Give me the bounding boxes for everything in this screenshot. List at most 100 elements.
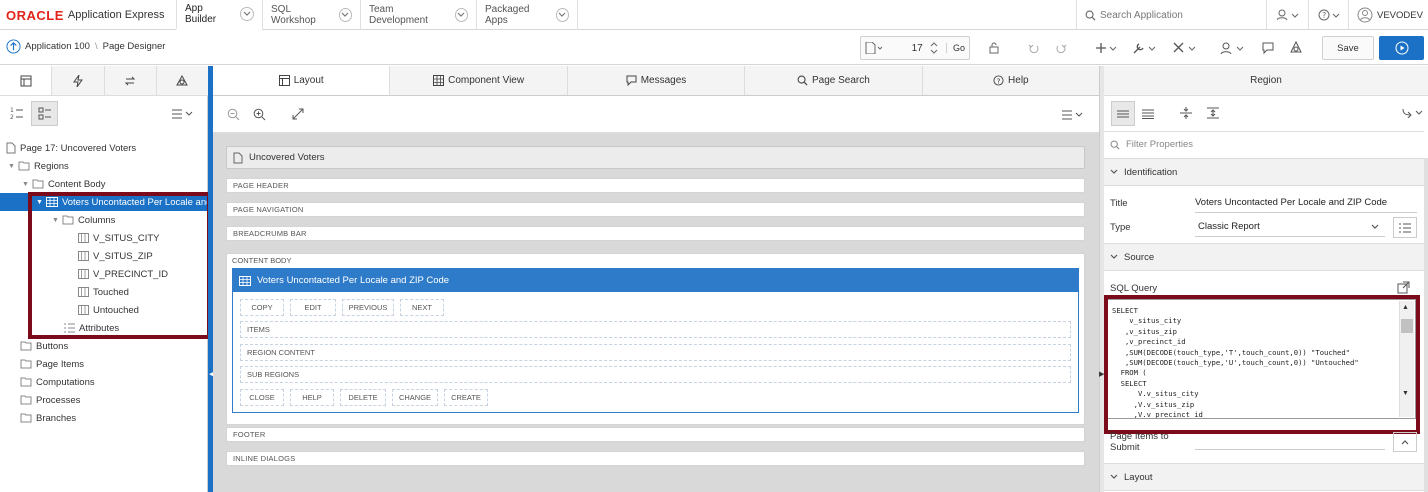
filter-properties-input[interactable]: Filter Properties <box>1104 131 1424 157</box>
layout-menu-icon[interactable] <box>1062 110 1086 120</box>
slot-help[interactable]: HELP <box>290 389 334 406</box>
region-header[interactable]: Voters Uncontacted Per Locale and ZIP Co… <box>233 269 1078 292</box>
slot-sub-regions[interactable]: SUB REGIONS <box>240 366 1071 383</box>
page-stepper-icon[interactable] <box>929 40 939 56</box>
tree-node-processes[interactable]: Processes <box>20 391 80 409</box>
search-application-input[interactable]: Search Application <box>1076 0 1266 30</box>
tab-rendering[interactable] <box>0 66 53 95</box>
tree-node-buttons[interactable]: Buttons <box>20 337 68 355</box>
type-value: Classic Report <box>1198 221 1260 232</box>
tab-messages[interactable]: Messages <box>568 66 746 95</box>
collapse-all-icon[interactable] <box>1180 107 1192 119</box>
position-footer[interactable]: FOOTER <box>226 427 1085 442</box>
save-button[interactable]: Save <box>1322 36 1374 60</box>
tree-node-page[interactable]: Page 17: Uncovered Voters <box>6 139 136 157</box>
nav-packaged-apps[interactable]: Packaged Apps <box>476 0 578 30</box>
position-page-header[interactable]: PAGE HEADER <box>226 178 1085 193</box>
user-menu-button[interactable]: VEVODEV <box>1348 0 1428 30</box>
run-page-button[interactable] <box>1379 36 1424 60</box>
redo-icon[interactable] <box>1055 42 1067 54</box>
slot-create[interactable]: CREATE <box>444 389 488 406</box>
chevron-down-icon[interactable] <box>240 7 254 21</box>
chevron-down-icon[interactable] <box>338 8 352 22</box>
tab-dynamic-actions[interactable] <box>52 66 105 95</box>
expand-icon[interactable] <box>292 108 304 120</box>
slot-change[interactable]: CHANGE <box>392 389 438 406</box>
go-button[interactable]: Go <box>945 43 965 53</box>
zoom-in-icon[interactable] <box>253 108 266 121</box>
type-list-button[interactable] <box>1393 217 1417 238</box>
page-items-button[interactable] <box>1393 432 1417 452</box>
tree-node-content-body[interactable]: ▼ Content Body <box>22 175 106 193</box>
tree-node-computations[interactable]: Computations <box>20 373 95 391</box>
section-identification[interactable]: Identification <box>1104 158 1424 186</box>
page-number-input[interactable]: 17 <box>912 43 923 54</box>
position-page-navigation[interactable]: PAGE NAVIGATION <box>226 202 1085 217</box>
nav-label: SQL Workshop <box>271 4 316 26</box>
shortcuts-icon[interactable] <box>1289 41 1303 55</box>
tree-order-icon[interactable]: 12 <box>10 106 24 120</box>
nav-team-development[interactable]: Team Development <box>360 0 476 30</box>
page-selector[interactable]: 17 Go <box>860 36 970 60</box>
tab-layout[interactable]: Layout <box>213 66 391 95</box>
collapse-triangle-icon[interactable]: ▼ <box>8 163 15 170</box>
page-icon <box>6 142 16 154</box>
chevron-down-icon[interactable] <box>454 8 468 22</box>
section-source[interactable]: Source <box>1104 243 1424 271</box>
property-scrollbar[interactable] <box>1424 158 1428 492</box>
position-inline-dialogs[interactable]: INLINE DIALOGS <box>226 451 1085 466</box>
tab-help[interactable]: ? Help <box>923 66 1099 95</box>
slot-next[interactable]: NEXT <box>400 299 444 316</box>
tree-node-regions[interactable]: ▼ Regions <box>8 157 69 175</box>
nav-sql-workshop[interactable]: SQL Workshop <box>262 0 360 30</box>
slot-close[interactable]: CLOSE <box>240 389 284 406</box>
breadcrumb-app[interactable]: Application 100 <box>25 41 90 52</box>
up-arrow-icon[interactable] <box>6 39 21 54</box>
nav-app-builder[interactable]: App Builder <box>176 0 262 30</box>
search-icon <box>797 75 812 86</box>
tree-node-branches[interactable]: Branches <box>20 409 76 427</box>
page-items-field[interactable] <box>1195 449 1385 450</box>
slot-delete[interactable]: DELETE <box>340 389 386 406</box>
folder-icon <box>32 179 44 189</box>
show-common-button[interactable] <box>1111 101 1135 126</box>
slot-region-content[interactable]: REGION CONTENT <box>240 344 1071 361</box>
slot-previous[interactable]: PREVIOUS <box>342 299 394 316</box>
page-title-bar[interactable]: Uncovered Voters <box>226 146 1085 169</box>
type-select[interactable]: Classic Report <box>1195 217 1385 237</box>
go-to-group-icon[interactable] <box>1402 108 1424 118</box>
tab-region[interactable]: Region <box>1104 66 1428 96</box>
grid-icon <box>433 75 448 86</box>
collapse-triangle-icon[interactable]: ▼ <box>22 181 29 188</box>
nav-label: App Builder <box>185 3 217 25</box>
folder-icon <box>20 359 32 369</box>
oracle-logo[interactable]: ORACLE Application Express <box>6 8 165 23</box>
tab-shared-components[interactable] <box>157 66 208 95</box>
section-layout[interactable]: Layout <box>1104 463 1424 491</box>
chevron-down-icon[interactable] <box>555 8 569 22</box>
shared-components-icon[interactable] <box>1172 41 1198 55</box>
slot-copy[interactable]: COPY <box>240 299 284 316</box>
tab-processing[interactable] <box>105 66 157 95</box>
tab-component-view[interactable]: Component View <box>390 66 568 95</box>
create-menu-icon[interactable] <box>1095 41 1119 55</box>
utilities-menu-icon[interactable] <box>1132 41 1158 55</box>
slot-items[interactable]: ITEMS <box>240 321 1071 338</box>
zoom-out-icon[interactable] <box>227 108 240 121</box>
tree-node-page-items[interactable]: Page Items <box>20 355 84 373</box>
code-editor-icon[interactable] <box>1397 281 1410 294</box>
comments-icon[interactable] <box>1261 41 1275 55</box>
slot-edit[interactable]: EDIT <box>290 299 336 316</box>
team-dev-icon[interactable] <box>1220 41 1246 55</box>
help-menu-button[interactable]: ? <box>1308 0 1348 30</box>
show-all-icon[interactable] <box>1142 109 1154 119</box>
expand-all-icon[interactable] <box>1207 107 1219 119</box>
lock-icon[interactable] <box>988 42 1000 54</box>
title-field[interactable]: Voters Uncontacted Per Locale and ZIP Co… <box>1195 193 1417 213</box>
tree-menu-icon[interactable] <box>172 109 196 119</box>
admin-menu-button[interactable] <box>1266 0 1308 30</box>
undo-icon[interactable] <box>1028 42 1040 54</box>
position-breadcrumb-bar[interactable]: BREADCRUMB BAR <box>226 226 1085 241</box>
tab-page-search[interactable]: Page Search <box>745 66 923 95</box>
tree-group-button[interactable] <box>31 101 58 126</box>
